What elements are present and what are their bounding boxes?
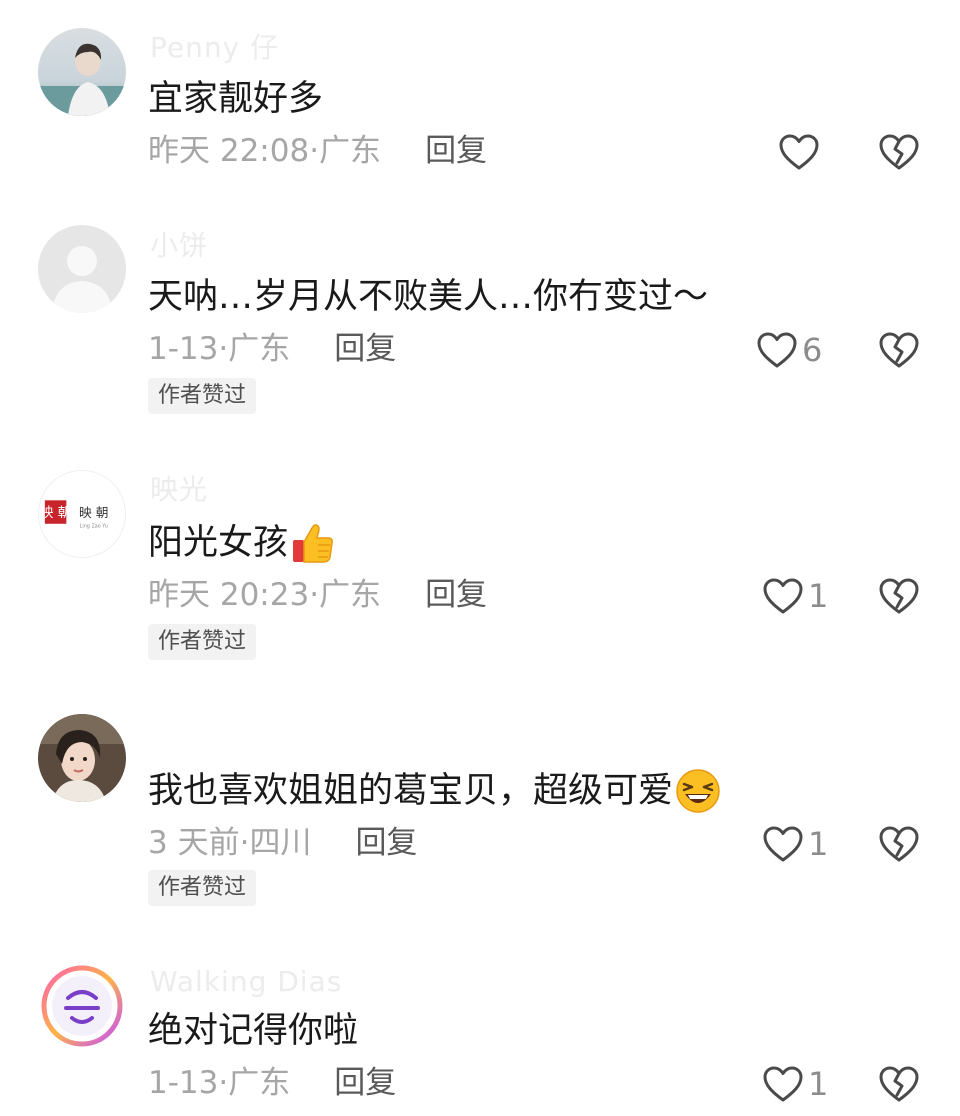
comment-text: 阳光女孩 bbox=[148, 520, 336, 566]
comment-location: 广东 bbox=[228, 1065, 291, 1101]
broken-heart-icon bbox=[879, 826, 919, 862]
meta-separator: · bbox=[218, 331, 229, 367]
comment-text-body: 绝对记得你啦 bbox=[148, 1011, 359, 1051]
author-liked-badge: 作者赞过 bbox=[148, 870, 257, 906]
broken-heart-icon bbox=[879, 332, 919, 368]
meta-separator: · bbox=[309, 577, 320, 613]
author-liked-badge: 作者赞过 bbox=[148, 624, 257, 660]
comment-text: 天呐…岁月从不败美人…你冇变过～ bbox=[148, 280, 708, 315]
comment-text-body: 我也喜欢姐姐的葛宝贝，超级可爱 bbox=[148, 770, 674, 811]
dislike-button[interactable] bbox=[878, 1064, 920, 1104]
dislike-button[interactable] bbox=[878, 132, 920, 172]
meta-separator: · bbox=[239, 825, 250, 861]
like-button[interactable]: 6 bbox=[756, 326, 822, 374]
reply-button[interactable]: 回复 bbox=[334, 1068, 396, 1099]
comment-time: 3 天前 bbox=[148, 825, 240, 861]
comment-meta: 昨天 20:23 · 广东 回复 bbox=[148, 580, 487, 611]
comment-location: 广东 bbox=[228, 331, 291, 367]
reply-button[interactable]: 回复 bbox=[334, 334, 396, 365]
thumbs-up-emoji-icon bbox=[290, 520, 336, 566]
logo-subtext: Ling Zao Yu bbox=[80, 524, 108, 530]
like-count: 1 bbox=[808, 577, 829, 615]
brand-logo-avatar-icon: 映 朝 映 朝 Ling Zao Yu bbox=[39, 471, 125, 557]
comment-username[interactable]: 小饼 bbox=[150, 232, 208, 260]
avatar[interactable] bbox=[38, 714, 126, 802]
like-button[interactable]: 1 bbox=[762, 820, 828, 868]
broken-heart-icon bbox=[879, 134, 919, 170]
logo-text: 映 朝 bbox=[79, 505, 108, 520]
brand-logo-avatar-icon bbox=[38, 962, 126, 1050]
reply-button[interactable]: 回复 bbox=[355, 828, 417, 859]
like-button[interactable] bbox=[778, 128, 824, 176]
comment-username[interactable]: 映光 bbox=[150, 476, 208, 504]
like-count: 1 bbox=[808, 1065, 829, 1103]
dislike-button[interactable] bbox=[878, 576, 920, 616]
comment-meta: 3 天前 · 四川 回复 bbox=[148, 828, 417, 859]
heart-outline-icon bbox=[757, 332, 797, 368]
author-liked-badge: 作者赞过 bbox=[148, 378, 257, 414]
comment-time: 昨天 20:23 bbox=[148, 577, 310, 613]
comment-time: 1-13 bbox=[148, 331, 219, 367]
dislike-button[interactable] bbox=[878, 824, 920, 864]
meta-separator: · bbox=[218, 1065, 229, 1101]
comment-text-body: 天呐…岁月从不败美人…你冇变过～ bbox=[148, 277, 709, 317]
comment-username[interactable]: Penny 仔 bbox=[150, 34, 279, 62]
comment-location: 广东 bbox=[319, 133, 382, 169]
reply-button[interactable]: 回复 bbox=[425, 580, 487, 611]
default-avatar-icon bbox=[38, 225, 126, 313]
avatar[interactable]: 映 朝 映 朝 Ling Zao Yu bbox=[38, 470, 126, 558]
heart-outline-icon bbox=[763, 578, 803, 614]
like-count: 1 bbox=[808, 825, 829, 863]
like-button[interactable]: 1 bbox=[762, 572, 828, 620]
comment-meta: 1-13 · 广东 回复 bbox=[148, 334, 396, 365]
comment-username[interactable]: Walking Dias bbox=[150, 968, 342, 996]
avatar-photo-icon bbox=[38, 28, 126, 116]
like-button[interactable]: 1 bbox=[762, 1060, 828, 1108]
comment-text-body: 阳光女孩 bbox=[148, 522, 289, 563]
avatar[interactable] bbox=[38, 28, 126, 116]
broken-heart-icon bbox=[879, 1066, 919, 1102]
comment-text: 宜家靓好多 bbox=[148, 82, 323, 117]
dislike-button[interactable] bbox=[878, 330, 920, 370]
comment-time: 昨天 22:08 bbox=[148, 133, 310, 169]
laughing-emoji-icon bbox=[675, 768, 721, 814]
comment-location: 广东 bbox=[319, 577, 382, 613]
comment-text: 我也喜欢姐姐的葛宝贝，超级可爱 bbox=[148, 768, 721, 814]
meta-separator: · bbox=[309, 133, 320, 169]
avatar-photo-icon bbox=[38, 714, 126, 802]
comment-text-body: 宜家靓好多 bbox=[148, 79, 324, 119]
avatar[interactable] bbox=[38, 962, 126, 1050]
reply-button[interactable]: 回复 bbox=[425, 136, 487, 167]
comment-location: 四川 bbox=[249, 825, 312, 861]
like-count: 6 bbox=[802, 331, 823, 369]
comment-text: 绝对记得你啦 bbox=[148, 1014, 358, 1049]
logo-mark-text: 映 朝 bbox=[40, 505, 72, 521]
comment-meta: 昨天 22:08 · 广东 回复 bbox=[148, 136, 487, 167]
heart-outline-icon bbox=[763, 826, 803, 862]
broken-heart-icon bbox=[879, 578, 919, 614]
heart-outline-icon bbox=[779, 134, 819, 170]
avatar[interactable] bbox=[38, 225, 126, 313]
comment-time: 1-13 bbox=[148, 1065, 219, 1101]
heart-outline-icon bbox=[763, 1066, 803, 1102]
comment-meta: 1-13 · 广东 回复 bbox=[148, 1068, 396, 1099]
